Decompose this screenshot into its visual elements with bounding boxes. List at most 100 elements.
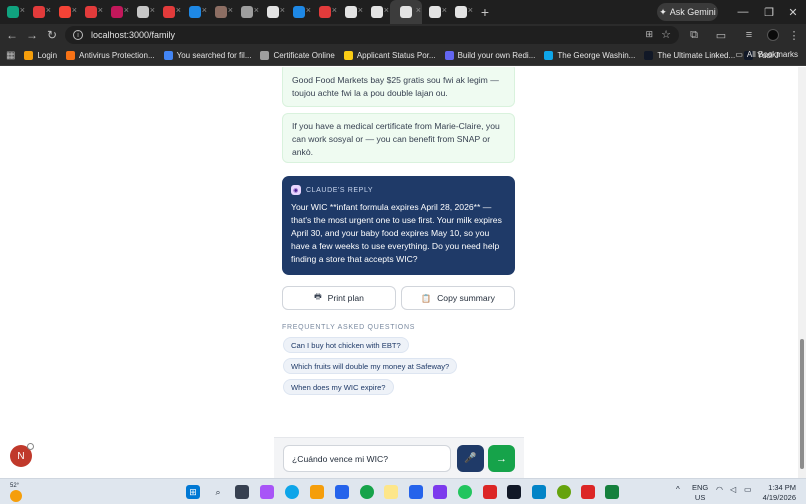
address-bar[interactable]: i localhost:3000/family ⊞ ☆ bbox=[65, 26, 679, 44]
bookmark-item[interactable]: Login bbox=[24, 51, 57, 60]
close-tab-icon[interactable]: × bbox=[20, 5, 25, 15]
chevron-up-icon[interactable]: ^ bbox=[676, 485, 680, 494]
visual-studio-icon[interactable] bbox=[433, 485, 447, 499]
paint-icon[interactable] bbox=[384, 485, 398, 499]
close-tab-icon[interactable]: × bbox=[124, 5, 129, 15]
close-tab-icon[interactable]: × bbox=[228, 5, 233, 15]
minimize-icon[interactable]: — bbox=[730, 0, 756, 24]
browser-tab[interactable]: × bbox=[422, 0, 448, 24]
excel-icon[interactable] bbox=[605, 485, 619, 499]
scrollbar-thumb[interactable] bbox=[800, 339, 804, 469]
reload-icon[interactable]: ↻ bbox=[42, 24, 62, 46]
close-tab-icon[interactable]: × bbox=[150, 5, 155, 15]
all-bookmarks-button[interactable]: » ▭ All Bookmarks bbox=[713, 50, 798, 59]
browser-tab[interactable]: × bbox=[208, 0, 234, 24]
microphone-button[interactable]: 🎤 bbox=[457, 445, 484, 472]
menu-icon[interactable]: ⋮ bbox=[783, 24, 805, 46]
bookmark-item[interactable]: Applicant Status Por... bbox=[343, 51, 436, 60]
new-tab-icon[interactable]: + bbox=[474, 4, 496, 20]
close-tab-icon[interactable]: × bbox=[468, 5, 473, 15]
search-icon[interactable]: ⌕ bbox=[211, 485, 225, 499]
close-tab-icon[interactable]: × bbox=[416, 5, 421, 15]
close-tab-icon[interactable]: × bbox=[176, 5, 181, 15]
browser-tab[interactable]: × bbox=[234, 0, 260, 24]
bookmark-item[interactable]: You searched for fil... bbox=[163, 51, 251, 60]
ask-gemini-button[interactable]: ✦ Ask Gemini bbox=[657, 3, 718, 21]
file-explorer-icon[interactable] bbox=[310, 485, 324, 499]
browser-tab[interactable]: × bbox=[182, 0, 208, 24]
chevron-right-icon[interactable]: » bbox=[713, 50, 717, 59]
close-tab-icon[interactable]: × bbox=[98, 5, 103, 15]
chrome-alt-icon[interactable] bbox=[557, 485, 571, 499]
battery-icon[interactable]: ▭ bbox=[744, 485, 752, 494]
bookmark-item[interactable]: Antivirus Protection... bbox=[66, 51, 155, 60]
copilot-icon[interactable] bbox=[260, 485, 274, 499]
faq-chip[interactable]: When does my WIC expire? bbox=[283, 379, 394, 395]
browser-tab[interactable]: × bbox=[0, 0, 26, 24]
faq-chip[interactable]: Can I buy hot chicken with EBT? bbox=[283, 337, 409, 353]
close-tab-icon[interactable]: × bbox=[202, 5, 207, 15]
bookmark-item[interactable]: The George Washin... bbox=[544, 51, 635, 60]
close-tab-icon[interactable]: × bbox=[72, 5, 77, 15]
terminal-icon[interactable] bbox=[507, 485, 521, 499]
task-view-icon[interactable] bbox=[235, 485, 249, 499]
browser-tab[interactable]: × bbox=[130, 0, 156, 24]
apps-icon[interactable]: ▦ bbox=[6, 50, 15, 61]
forward-icon[interactable]: → bbox=[22, 24, 42, 46]
language-indicator[interactable]: ENG US bbox=[692, 483, 708, 503]
vscode-icon[interactable] bbox=[409, 485, 423, 499]
close-window-icon[interactable]: ✕ bbox=[780, 0, 806, 24]
chrome-profile-icon[interactable] bbox=[458, 485, 472, 499]
back-icon[interactable]: ← bbox=[2, 24, 22, 46]
browser-tab[interactable]: × bbox=[260, 0, 286, 24]
start-icon[interactable]: ⊞ bbox=[186, 485, 200, 499]
browser-tab[interactable]: × bbox=[448, 0, 474, 24]
browser-tab[interactable]: × bbox=[286, 0, 312, 24]
acrobat-icon[interactable] bbox=[581, 485, 595, 499]
weather-widget[interactable]: 52° bbox=[10, 483, 22, 502]
browser-tab[interactable]: × bbox=[364, 0, 390, 24]
faq-chip[interactable]: Which fruits will double my money at Saf… bbox=[283, 358, 458, 374]
outlook-icon[interactable] bbox=[532, 485, 546, 499]
close-tab-icon[interactable]: × bbox=[306, 5, 311, 15]
message-input[interactable]: ¿Cuándo vence mi WIC? bbox=[283, 445, 451, 472]
edge-icon[interactable] bbox=[285, 485, 299, 499]
close-tab-icon[interactable]: × bbox=[384, 5, 389, 15]
browser-tab[interactable]: × bbox=[26, 0, 52, 24]
maximize-icon[interactable]: ❐ bbox=[756, 0, 782, 24]
bookmark-item[interactable]: Certificate Online bbox=[260, 51, 335, 60]
copy-summary-button[interactable]: 📋 Copy summary bbox=[401, 286, 515, 310]
bookmark-label: Certificate Online bbox=[273, 51, 335, 60]
close-tab-icon[interactable]: × bbox=[442, 5, 447, 15]
send-button[interactable]: → bbox=[488, 445, 515, 472]
clock[interactable]: 1:34 PM 4/19/2026 bbox=[763, 483, 796, 503]
close-tab-icon[interactable]: × bbox=[46, 5, 51, 15]
extensions-icon[interactable]: ⧉ bbox=[683, 24, 705, 46]
volume-icon[interactable]: ◁ bbox=[730, 485, 736, 494]
bookmark-item[interactable]: Build your own Redi... bbox=[444, 51, 535, 60]
browser-tab[interactable]: × bbox=[312, 0, 338, 24]
close-tab-icon[interactable]: × bbox=[332, 5, 337, 15]
store-icon[interactable] bbox=[335, 485, 349, 499]
tab-search-icon[interactable]: ≡ bbox=[738, 24, 760, 46]
browser-tab[interactable]: × bbox=[52, 0, 78, 24]
browser-tab[interactable]: × bbox=[338, 0, 364, 24]
chrome-icon[interactable] bbox=[360, 485, 374, 499]
browser-tab[interactable]: × bbox=[156, 0, 182, 24]
translate-icon[interactable]: ⊞ bbox=[645, 29, 653, 40]
user-avatar[interactable]: N bbox=[10, 443, 34, 467]
profile-avatar[interactable] bbox=[767, 29, 779, 41]
page-scrollbar[interactable] bbox=[798, 67, 806, 478]
site-info-icon[interactable]: i bbox=[73, 30, 83, 40]
bookmark-star-icon[interactable]: ☆ bbox=[661, 28, 671, 41]
wifi-icon[interactable]: ◠ bbox=[716, 485, 723, 494]
browser-tab[interactable]: × bbox=[390, 0, 422, 24]
close-tab-icon[interactable]: × bbox=[358, 5, 363, 15]
app-icon[interactable] bbox=[483, 485, 497, 499]
browser-tab[interactable]: × bbox=[78, 0, 104, 24]
close-tab-icon[interactable]: × bbox=[254, 5, 259, 15]
print-plan-button[interactable]: 🖶 Print plan bbox=[282, 286, 396, 310]
sidepanel-icon[interactable]: ▭ bbox=[710, 24, 732, 46]
close-tab-icon[interactable]: × bbox=[280, 5, 285, 15]
browser-tab[interactable]: × bbox=[104, 0, 130, 24]
